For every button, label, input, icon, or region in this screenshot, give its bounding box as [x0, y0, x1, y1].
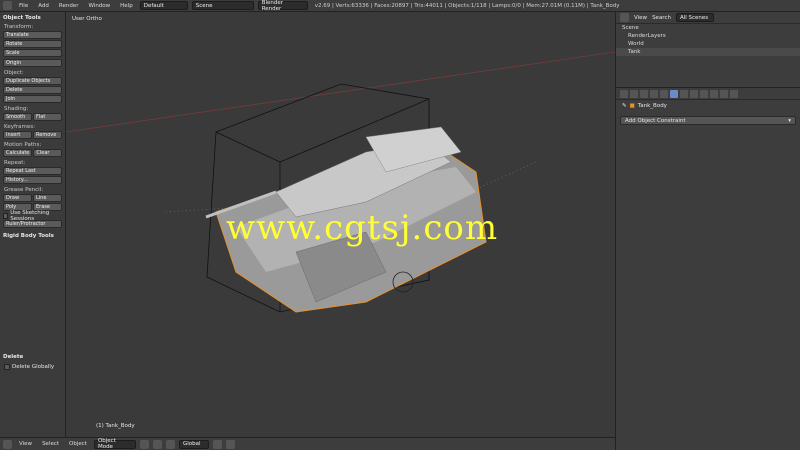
delete-globally-checkbox[interactable]: Delete Globally [4, 363, 54, 371]
menu-file[interactable]: File [16, 1, 31, 10]
history-button[interactable]: History... [3, 176, 62, 184]
outliner-item-renderlayers[interactable]: RenderLayers [616, 32, 800, 40]
mode-select[interactable]: Object Mode [93, 438, 136, 450]
draw-button[interactable]: Draw [3, 194, 32, 202]
data-tab-icon[interactable] [690, 89, 698, 98]
calculate-button[interactable]: Calculate [3, 149, 33, 157]
tool-shelf: Object Tools Transform: Translate Rotate… [0, 12, 66, 437]
pivot-icon[interactable] [152, 439, 162, 449]
outliner-search-menu[interactable]: Search [652, 15, 671, 21]
texture-tab-icon[interactable] [710, 89, 718, 98]
rigid-body-tools-panel[interactable]: Rigid Body Tools [3, 233, 62, 239]
keyframes-label: Keyframes: [4, 124, 35, 130]
snap-icon[interactable] [225, 439, 235, 449]
watermark: www.cgtsj.com [226, 208, 499, 248]
constraints-tab-icon[interactable] [670, 89, 678, 98]
add-object-constraint-dropdown[interactable]: Add Object Constraint ▾ [620, 116, 796, 125]
origin-button[interactable]: Origin [3, 59, 62, 67]
scale-button[interactable]: Scale [3, 49, 62, 57]
object-tools-title[interactable]: Object Tools [3, 15, 62, 21]
outliner-filter-select[interactable]: All Scenes [675, 13, 714, 22]
editor-type-icon[interactable] [3, 439, 12, 449]
motion-paths-label: Motion Paths: [4, 142, 42, 148]
smooth-button[interactable]: Smooth [3, 113, 32, 121]
pin-icon[interactable]: ✎ [622, 103, 627, 109]
constraint-dropdown-label: Add Object Constraint [625, 117, 686, 124]
render-engine-select[interactable]: Blender Render [257, 0, 308, 12]
grease-pencil-label: Grease Pencil: [4, 187, 44, 193]
duplicate-objects-button[interactable]: Duplicate Objects [3, 77, 62, 85]
shading-label: Shading: [4, 106, 29, 112]
line-button[interactable]: Line [33, 194, 62, 202]
editor-type-icon[interactable] [620, 13, 629, 22]
outliner-view-menu[interactable]: View [634, 15, 647, 21]
checkbox-box[interactable] [4, 364, 10, 370]
cube-icon: ■ [629, 103, 635, 109]
tank-label: Tank [628, 49, 641, 55]
join-button[interactable]: Join [3, 95, 62, 103]
outliner-item-tank[interactable]: Tank [616, 48, 800, 56]
menu-window[interactable]: Window [85, 1, 113, 10]
object-label: Object: [4, 70, 24, 76]
orientation-select[interactable]: Global [178, 439, 209, 449]
x-axis-line [66, 51, 615, 133]
physics-tab-icon[interactable] [730, 89, 738, 98]
select-menu[interactable]: Select [39, 440, 62, 449]
delete-globally-label: Delete Globally [12, 364, 55, 370]
editor-type-icon[interactable] [3, 1, 12, 10]
menu-render[interactable]: Render [56, 1, 82, 10]
insert-keyframe-button[interactable]: Insert [3, 131, 32, 139]
outliner: View Search All Scenes Scene RenderLayer… [615, 12, 800, 88]
render-tab-icon[interactable] [620, 89, 628, 98]
layer-icon[interactable] [212, 439, 222, 449]
menu-add[interactable]: Add [35, 1, 52, 10]
checkbox-box[interactable] [3, 213, 9, 219]
manipulator-icon[interactable] [165, 439, 175, 449]
scene-stats: v2.69 | Verts:63336 | Faces:20897 | Tris… [314, 2, 620, 9]
properties-tabs [616, 88, 800, 100]
rotate-button[interactable]: Rotate [3, 40, 62, 48]
properties-panel: ✎ ■ Tank_Body Add Object Constraint ▾ [615, 88, 800, 450]
renderlayers-label: RenderLayers [628, 33, 666, 39]
3d-viewport[interactable]: User Ortho www.cgtsj.com (1) Tank_Body [66, 12, 615, 437]
layers-tab-icon[interactable] [630, 89, 638, 98]
properties-path: ✎ ■ Tank_Body [616, 100, 800, 112]
material-tab-icon[interactable] [700, 89, 708, 98]
object-tab-icon[interactable] [660, 89, 668, 98]
modifiers-tab-icon[interactable] [680, 89, 688, 98]
world-tab-icon[interactable] [650, 89, 658, 98]
world-label: World [628, 41, 644, 47]
repeat-last-button[interactable]: Repeat Last [3, 167, 62, 175]
view-menu[interactable]: View [16, 440, 35, 449]
scene-tab-icon[interactable] [640, 89, 648, 98]
translate-button[interactable]: Translate [3, 31, 62, 39]
menu-help[interactable]: Help [117, 1, 136, 10]
object-name-label: (1) Tank_Body [96, 423, 135, 429]
flat-button[interactable]: Flat [33, 113, 62, 121]
sketching-sessions-checkbox[interactable]: Use Sketching Sessions [3, 210, 62, 222]
repeat-label: Repeat: [4, 160, 26, 166]
chevron-down-icon: ▾ [788, 117, 791, 124]
outliner-item-world[interactable]: World [616, 40, 800, 48]
remove-keyframe-button[interactable]: Remove [33, 131, 62, 139]
delete-button[interactable]: Delete [3, 86, 62, 94]
object-name: Tank_Body [637, 103, 667, 109]
delete-panel-title[interactable]: Delete [3, 354, 23, 360]
outliner-header: View Search All Scenes [616, 12, 800, 24]
outliner-item-scene[interactable]: Scene [616, 24, 800, 32]
clear-button[interactable]: Clear [33, 149, 62, 157]
top-header: File Add Render Window Help Default Scen… [0, 0, 800, 12]
scene-select[interactable]: Scene [191, 1, 254, 10]
viewport-header: View Select Object Object Mode Global [0, 437, 615, 450]
scene-label: Scene [622, 25, 639, 31]
object-menu[interactable]: Object [66, 440, 90, 449]
particles-tab-icon[interactable] [720, 89, 728, 98]
transform-label: Transform: [4, 24, 34, 30]
shading-icon[interactable] [139, 439, 149, 449]
layout-select[interactable]: Default [139, 1, 188, 10]
